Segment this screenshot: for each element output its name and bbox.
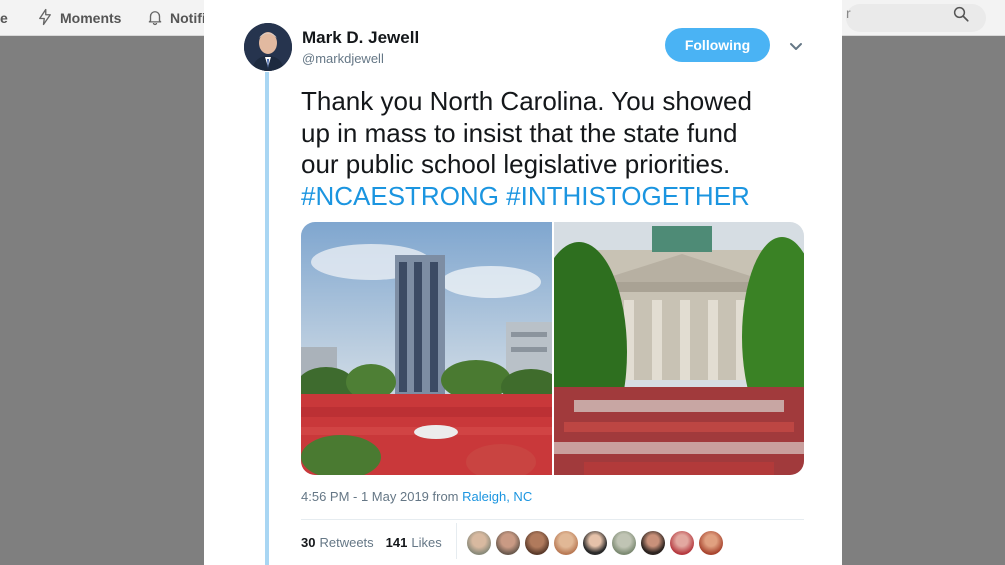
divider xyxy=(301,519,804,520)
following-button[interactable]: Following xyxy=(665,28,770,62)
retweets-count[interactable]: 30 xyxy=(301,535,315,550)
user-handle[interactable]: @markdjewell xyxy=(302,51,384,66)
tweet-stats: 30 Retweets 141 Likes xyxy=(301,535,442,550)
lightning-icon xyxy=(36,8,54,29)
liker-avatar[interactable] xyxy=(467,531,491,555)
divider xyxy=(456,523,457,559)
tweet-photo[interactable] xyxy=(301,222,552,475)
search-area[interactable]: r xyxy=(846,0,1005,36)
retweets-label[interactable]: Retweets xyxy=(319,535,373,550)
search-icon[interactable] xyxy=(952,5,970,23)
avatar[interactable] xyxy=(244,23,292,71)
liker-avatar[interactable] xyxy=(583,531,607,555)
tweet-media xyxy=(301,222,804,475)
location-link[interactable]: Raleigh, NC xyxy=(462,489,532,504)
liker-avatar[interactable] xyxy=(699,531,723,555)
tweet-text-line: up in mass to insist that the state fund xyxy=(301,117,738,148)
chevron-down-icon[interactable] xyxy=(788,38,804,54)
liker-avatar[interactable] xyxy=(612,531,636,555)
likes-label[interactable]: Likes xyxy=(411,535,441,550)
nav-home-label: e xyxy=(0,10,8,26)
liker-avatar[interactable] xyxy=(670,531,694,555)
display-name[interactable]: Mark D. Jewell xyxy=(302,28,419,48)
tweet-text: Thank you North Carolina. You showed up … xyxy=(301,86,821,212)
thread-line xyxy=(265,72,269,565)
tweet-photo[interactable] xyxy=(554,222,804,475)
likes-count[interactable]: 141 xyxy=(386,535,408,550)
nav-home[interactable]: e xyxy=(0,0,8,36)
likers-list xyxy=(467,531,723,555)
liker-avatar[interactable] xyxy=(554,531,578,555)
tweet-timestamp: 4:56 PM - 1 May 2019 from Raleigh, NC xyxy=(301,489,532,504)
hashtag-link[interactable]: #NCAESTRONG xyxy=(301,181,499,211)
tweet-text-line: Thank you North Carolina. You showed xyxy=(301,86,752,116)
liker-avatar[interactable] xyxy=(641,531,665,555)
liker-avatar[interactable] xyxy=(496,531,520,555)
bell-icon xyxy=(146,8,164,29)
liker-avatar[interactable] xyxy=(525,531,549,555)
nav-moments[interactable]: Moments xyxy=(36,0,121,36)
nav-notifications-label: Notifi xyxy=(170,10,206,26)
nav-notifications[interactable]: Notifi xyxy=(146,0,206,36)
search-placeholder: r xyxy=(846,5,851,21)
nav-moments-label: Moments xyxy=(60,10,122,26)
tweet-text-line: our public school legislative priorities… xyxy=(301,149,731,179)
tweet-modal: Mark D. Jewell @markdjewell Following Th… xyxy=(204,0,842,565)
hashtag-link[interactable]: #INTHISTOGETHER xyxy=(506,181,750,211)
timestamp-text: 4:56 PM - 1 May 2019 from xyxy=(301,489,463,504)
